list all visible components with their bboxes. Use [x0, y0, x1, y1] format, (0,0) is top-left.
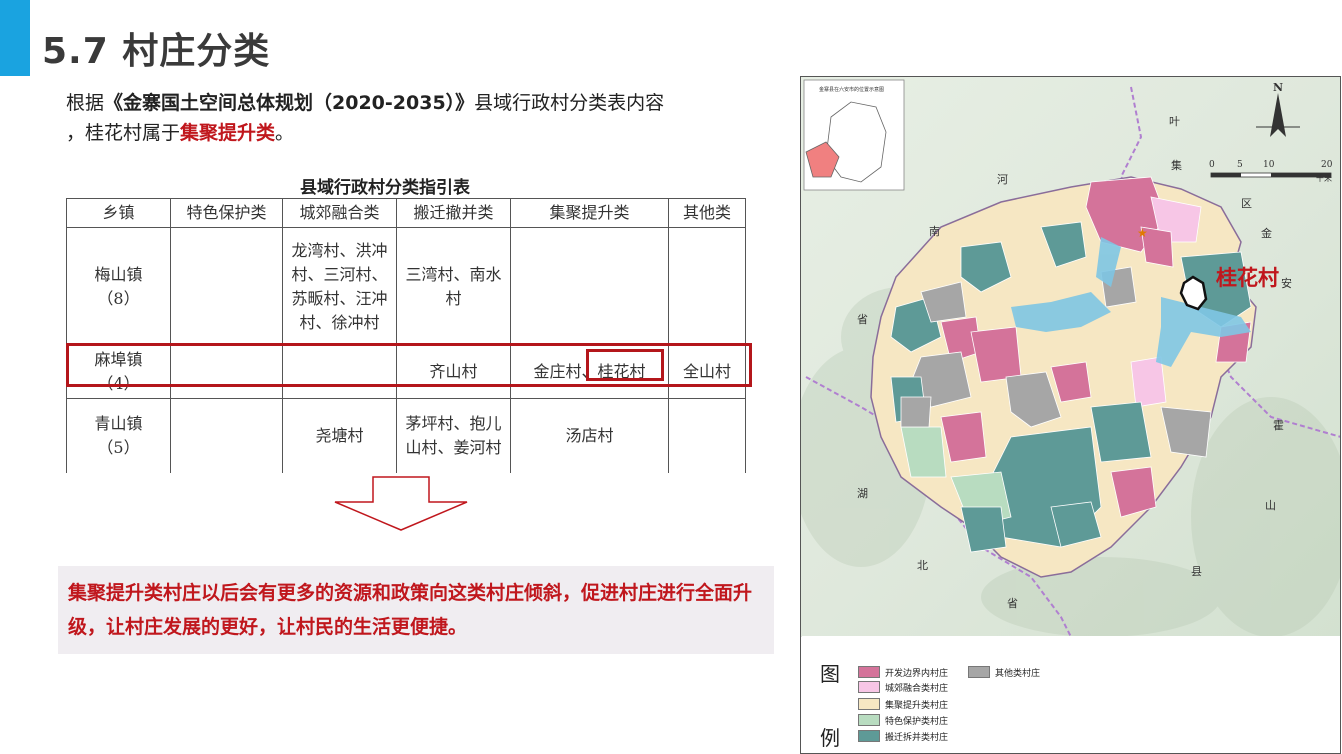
intro-line2-prefix: ，桂花村属于 — [66, 122, 181, 144]
cell-other — [668, 227, 746, 346]
place-label-hu: 湖 — [857, 487, 868, 500]
legend-label: 其他类村庄 — [995, 668, 1041, 679]
scale-tick-20: 20 — [1321, 160, 1333, 170]
legend-item-other: 其他类村庄 — [968, 665, 1040, 679]
cell-relocate: 茅坪村、抱儿山村、姜河村 — [396, 398, 511, 473]
legend-item-special: 特色保护类村庄 — [858, 713, 948, 727]
place-label-he: 河 — [997, 173, 1008, 186]
legend-label: 城郊融合类村庄 — [885, 683, 949, 694]
down-arrow-icon — [334, 476, 468, 531]
legend-label: 特色保护类村庄 — [885, 716, 949, 727]
place-label-xian: 县 — [1191, 565, 1202, 578]
legend-swatch — [858, 666, 880, 678]
cell-cluster: 金庄村、桂花村 — [510, 345, 669, 399]
legend-label: 集聚提升类村庄 — [885, 700, 949, 711]
col-header-other: 其他类 — [668, 198, 746, 228]
scale-bar — [1210, 172, 1332, 178]
col-header-relocate: 搬迁撤并类 — [396, 198, 511, 228]
legend-label: 开发边界内村庄 — [885, 668, 949, 679]
legend-item-relocate: 搬迁拆并类村庄 — [858, 729, 948, 743]
place-label-huo: 霍 — [1273, 419, 1284, 432]
legend-swatch — [968, 666, 990, 678]
place-label-nan: 南 — [929, 225, 940, 238]
north-label: N — [1273, 81, 1284, 94]
guihua-village-label: 桂花村 — [1216, 266, 1279, 290]
page-title: 5.7 村庄分类 — [42, 31, 271, 72]
legend-item-cluster: 集聚提升类村庄 — [858, 697, 948, 711]
legend-item-suburban: 城郊融合类村庄 — [858, 680, 948, 694]
intro-suffix: 县域行政村分类表内容 — [474, 92, 665, 114]
place-label-ji: 集 — [1171, 159, 1182, 172]
legend-swatch — [858, 681, 880, 693]
table-row: 梅山镇 （8） 龙湾村、洪冲村、三河村、苏畈村、汪冲村、徐冲村 三湾村、南水村 — [66, 227, 746, 346]
cell-relocate: 三湾村、南水村 — [396, 227, 511, 346]
title-accent-bar — [0, 0, 30, 76]
legend-title-bottom: 例 — [820, 726, 840, 750]
intro-prefix: 根据 — [66, 92, 105, 114]
legend-title-top: 图 — [820, 662, 840, 686]
scale-unit: 千米 — [1316, 174, 1332, 183]
scale-tick-10: 10 — [1263, 160, 1275, 170]
scale-tick-5: 5 — [1237, 160, 1243, 170]
table-title: 县域行政村分类指引表 — [300, 178, 470, 198]
cell-special — [170, 398, 283, 473]
col-header-cluster: 集聚提升类 — [510, 198, 669, 228]
table-row: 麻埠镇 （4） 齐山村 金庄村、桂花村 全山村 — [66, 345, 746, 399]
map-legend: 图 例 开发边界内村庄 城郊融合类村庄 集聚提升类村庄 特色保护类村庄 搬迁拆并… — [802, 636, 1340, 753]
intro-doc-title: 《金寨国土空间总体规划（2020-2035）》 — [104, 92, 475, 114]
cell-suburban: 龙湾村、洪冲村、三河村、苏畈村、汪冲村、徐冲村 — [282, 227, 397, 346]
place-label-jin: 金 — [1261, 227, 1272, 240]
cell-relocate: 齐山村 — [396, 345, 511, 399]
legend-swatch — [858, 698, 880, 710]
cell-special — [170, 227, 283, 346]
inset-map-title: 金寨县在六安市的位置示意图 — [819, 87, 885, 93]
cell-town: 麻埠镇 （4） — [66, 345, 171, 399]
legend-swatch — [858, 714, 880, 726]
cell-town: 青山镇 （5） — [66, 398, 171, 473]
col-header-suburban: 城郊融合类 — [282, 198, 397, 228]
legend-swatch — [858, 730, 880, 742]
county-seat-star-icon: ★ — [1137, 226, 1148, 240]
place-label-an: 安 — [1281, 277, 1292, 290]
col-header-special: 特色保护类 — [170, 198, 283, 228]
place-label-qu: 区 — [1241, 197, 1252, 210]
place-label-bei: 北 — [917, 559, 928, 572]
cell-cluster — [510, 227, 669, 346]
cell-cluster: 汤店村 — [510, 398, 669, 473]
legend-label: 搬迁拆并类村庄 — [885, 732, 949, 743]
intro-paragraph: 根据《金寨国土空间总体规划（2020-2035）》县域行政村分类表内容 ，桂花村… — [66, 88, 766, 148]
legend-item-development: 开发边界内村庄 — [858, 665, 948, 679]
place-label-sheng1: 省 — [857, 313, 868, 326]
scale-tick-0: 0 — [1209, 160, 1215, 170]
cell-special — [170, 345, 283, 399]
col-header-town: 乡镇 — [66, 198, 171, 228]
classification-table: 乡镇 特色保护类 城郊融合类 搬迁撤并类 集聚提升类 其他类 梅山镇 （8） 龙… — [66, 198, 746, 473]
cell-other — [668, 398, 746, 473]
place-label-shan: 山 — [1265, 499, 1276, 512]
place-label-sheng2: 省 — [1007, 597, 1018, 610]
place-label-ye: 叶 — [1169, 115, 1180, 128]
intro-line2-suffix: 。 — [275, 122, 295, 144]
cell-town: 梅山镇 （8） — [66, 227, 171, 346]
cell-other: 全山村 — [668, 345, 746, 399]
table-row: 青山镇 （5） 尧塘村 茅坪村、抱儿山村、姜河村 汤店村 — [66, 398, 746, 473]
cell-suburban: 尧塘村 — [282, 398, 397, 473]
conclusion-box: 集聚提升类村庄以后会有更多的资源和政策向这类村庄倾斜，促进村庄进行全面升级，让村… — [58, 566, 774, 654]
table-header-row: 乡镇 特色保护类 城郊融合类 搬迁撤并类 集聚提升类 其他类 — [66, 198, 746, 228]
cell-suburban — [282, 345, 397, 399]
intro-highlight: 集聚提升类 — [180, 122, 276, 144]
